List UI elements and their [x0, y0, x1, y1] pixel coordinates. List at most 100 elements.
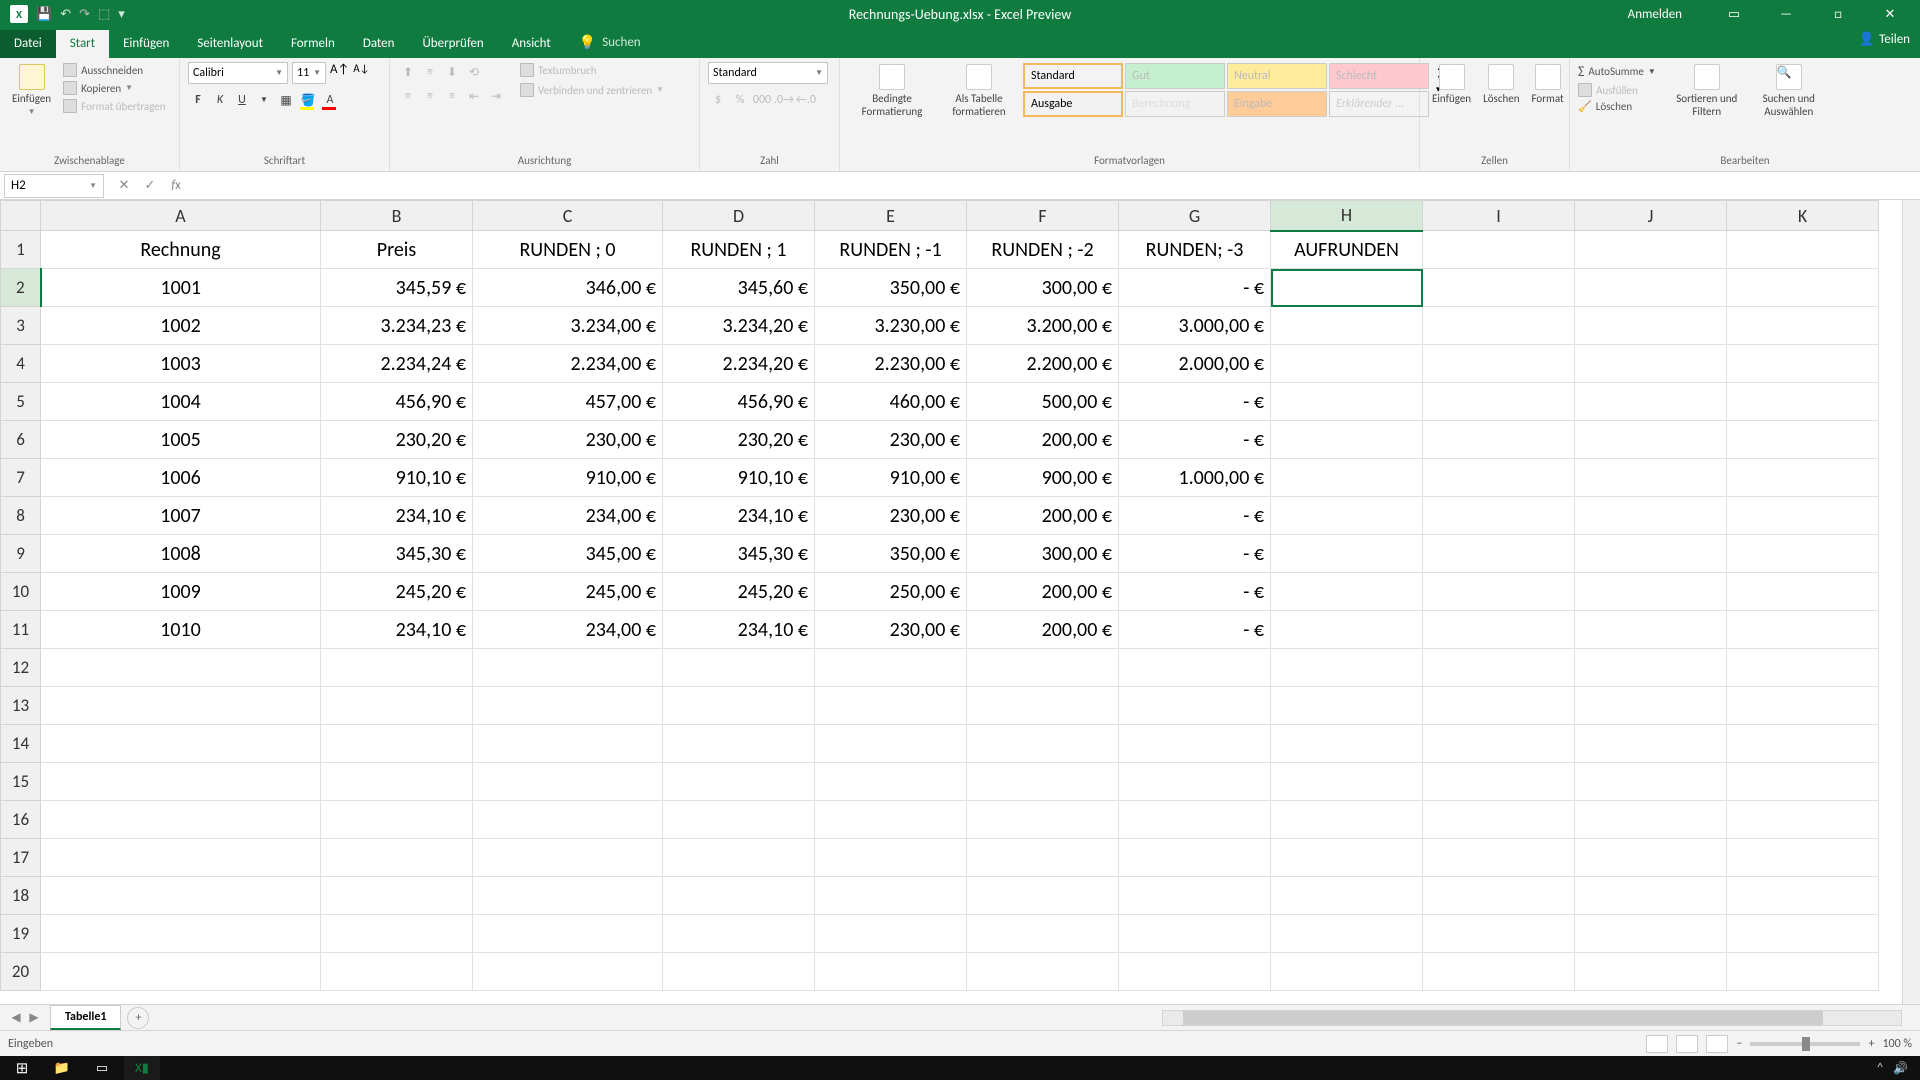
cell-J1[interactable]: [1575, 231, 1727, 269]
cell-H11[interactable]: [1271, 611, 1423, 649]
task-view-icon[interactable]: ▭: [84, 1056, 120, 1080]
close-button[interactable]: ✕: [1870, 0, 1910, 28]
row-header-1[interactable]: 1: [1, 231, 41, 269]
qat-dropdown-icon[interactable]: ▾: [118, 7, 125, 22]
find-select-button[interactable]: 🔍Suchen und Auswählen: [1750, 62, 1828, 120]
ribbon-options-icon[interactable]: ▭: [1714, 0, 1754, 28]
cell-K13[interactable]: [1727, 687, 1879, 725]
row-header-13[interactable]: 13: [1, 687, 41, 725]
cell-B8[interactable]: 234,10 €: [321, 497, 473, 535]
cell-K2[interactable]: [1727, 269, 1879, 307]
cell-A18[interactable]: [41, 877, 321, 915]
cell-E10[interactable]: 250,00 €: [815, 573, 967, 611]
cell-C5[interactable]: 457,00 €: [473, 383, 663, 421]
cell-F12[interactable]: [967, 649, 1119, 687]
cell-E15[interactable]: [815, 763, 967, 801]
cell-J6[interactable]: [1575, 421, 1727, 459]
cell-D8[interactable]: 234,10 €: [663, 497, 815, 535]
sheet-nav-prev-icon[interactable]: ▶: [26, 1010, 42, 1025]
tab-seitenlayout[interactable]: Seitenlayout: [183, 30, 277, 58]
cell-J15[interactable]: [1575, 763, 1727, 801]
fill-color-button[interactable]: 🪣: [298, 90, 318, 110]
col-header-B[interactable]: B: [321, 201, 473, 231]
col-header-J[interactable]: J: [1575, 201, 1727, 231]
col-header-C[interactable]: C: [473, 201, 663, 231]
cell-B7[interactable]: 910,10 €: [321, 459, 473, 497]
cell-C1[interactable]: RUNDEN ; 0: [473, 231, 663, 269]
accounting-format-icon[interactable]: $: [708, 90, 728, 110]
cell-G1[interactable]: RUNDEN; -3: [1119, 231, 1271, 269]
decrease-indent-icon[interactable]: ⇤: [464, 86, 484, 106]
font-color-button[interactable]: A: [320, 90, 340, 110]
cell-K9[interactable]: [1727, 535, 1879, 573]
style-berechnung[interactable]: Berechnung: [1125, 91, 1225, 117]
cell-E13[interactable]: [815, 687, 967, 725]
cell-E20[interactable]: [815, 953, 967, 991]
cell-G17[interactable]: [1119, 839, 1271, 877]
row-header-5[interactable]: 5: [1, 383, 41, 421]
cell-A14[interactable]: [41, 725, 321, 763]
cell-F15[interactable]: [967, 763, 1119, 801]
cell-F13[interactable]: [967, 687, 1119, 725]
cell-C12[interactable]: [473, 649, 663, 687]
insert-function-icon[interactable]: fx: [164, 174, 188, 198]
tab-ansicht[interactable]: Ansicht: [498, 30, 565, 58]
tab-ueberpruefen[interactable]: Überprüfen: [408, 30, 497, 58]
cell-J13[interactable]: [1575, 687, 1727, 725]
align-middle-icon[interactable]: ≡: [420, 62, 440, 82]
cell-G11[interactable]: - €: [1119, 611, 1271, 649]
vertical-scrollbar[interactable]: [1902, 200, 1920, 1004]
cell-J18[interactable]: [1575, 877, 1727, 915]
col-header-A[interactable]: A: [41, 201, 321, 231]
underline-button[interactable]: U: [232, 90, 252, 110]
cell-H7[interactable]: [1271, 459, 1423, 497]
clear-button[interactable]: 🧹Löschen: [1578, 99, 1656, 114]
cell-G13[interactable]: [1119, 687, 1271, 725]
cell-B12[interactable]: [321, 649, 473, 687]
cell-C17[interactable]: [473, 839, 663, 877]
cell-A17[interactable]: [41, 839, 321, 877]
cell-D1[interactable]: RUNDEN ; 1: [663, 231, 815, 269]
cell-G5[interactable]: - €: [1119, 383, 1271, 421]
cell-H15[interactable]: [1271, 763, 1423, 801]
cell-A4[interactable]: 1003: [41, 345, 321, 383]
cell-I16[interactable]: [1423, 801, 1575, 839]
cell-A3[interactable]: 1002: [41, 307, 321, 345]
cell-C14[interactable]: [473, 725, 663, 763]
cell-D5[interactable]: 456,90 €: [663, 383, 815, 421]
cell-E18[interactable]: [815, 877, 967, 915]
cell-A8[interactable]: 1007: [41, 497, 321, 535]
format-as-table-button[interactable]: Als Tabelle formatieren: [940, 62, 1018, 120]
row-header-9[interactable]: 9: [1, 535, 41, 573]
cell-F19[interactable]: [967, 915, 1119, 953]
cell-B13[interactable]: [321, 687, 473, 725]
align-top-icon[interactable]: ⬆: [398, 62, 418, 82]
cell-G8[interactable]: - €: [1119, 497, 1271, 535]
cell-K20[interactable]: [1727, 953, 1879, 991]
cell-K1[interactable]: [1727, 231, 1879, 269]
cell-E2[interactable]: 350,00 €: [815, 269, 967, 307]
cell-B15[interactable]: [321, 763, 473, 801]
cell-H3[interactable]: [1271, 307, 1423, 345]
cell-B19[interactable]: [321, 915, 473, 953]
tab-einfuegen[interactable]: Einfügen: [109, 30, 183, 58]
cell-I20[interactable]: [1423, 953, 1575, 991]
cell-J5[interactable]: [1575, 383, 1727, 421]
row-header-20[interactable]: 20: [1, 953, 41, 991]
cell-J17[interactable]: [1575, 839, 1727, 877]
bold-button[interactable]: F: [188, 90, 208, 110]
cell-C2[interactable]: 346,00 €: [473, 269, 663, 307]
align-center-icon[interactable]: ≡: [420, 86, 440, 106]
cell-E7[interactable]: 910,00 €: [815, 459, 967, 497]
cell-D7[interactable]: 910,10 €: [663, 459, 815, 497]
row-header-8[interactable]: 8: [1, 497, 41, 535]
row-header-10[interactable]: 10: [1, 573, 41, 611]
cell-H17[interactable]: [1271, 839, 1423, 877]
cell-D9[interactable]: 345,30 €: [663, 535, 815, 573]
cell-E12[interactable]: [815, 649, 967, 687]
cell-B10[interactable]: 245,20 €: [321, 573, 473, 611]
cell-A7[interactable]: 1006: [41, 459, 321, 497]
tab-daten[interactable]: Daten: [349, 30, 409, 58]
cell-I5[interactable]: [1423, 383, 1575, 421]
delete-cells-button[interactable]: Löschen: [1479, 62, 1523, 107]
